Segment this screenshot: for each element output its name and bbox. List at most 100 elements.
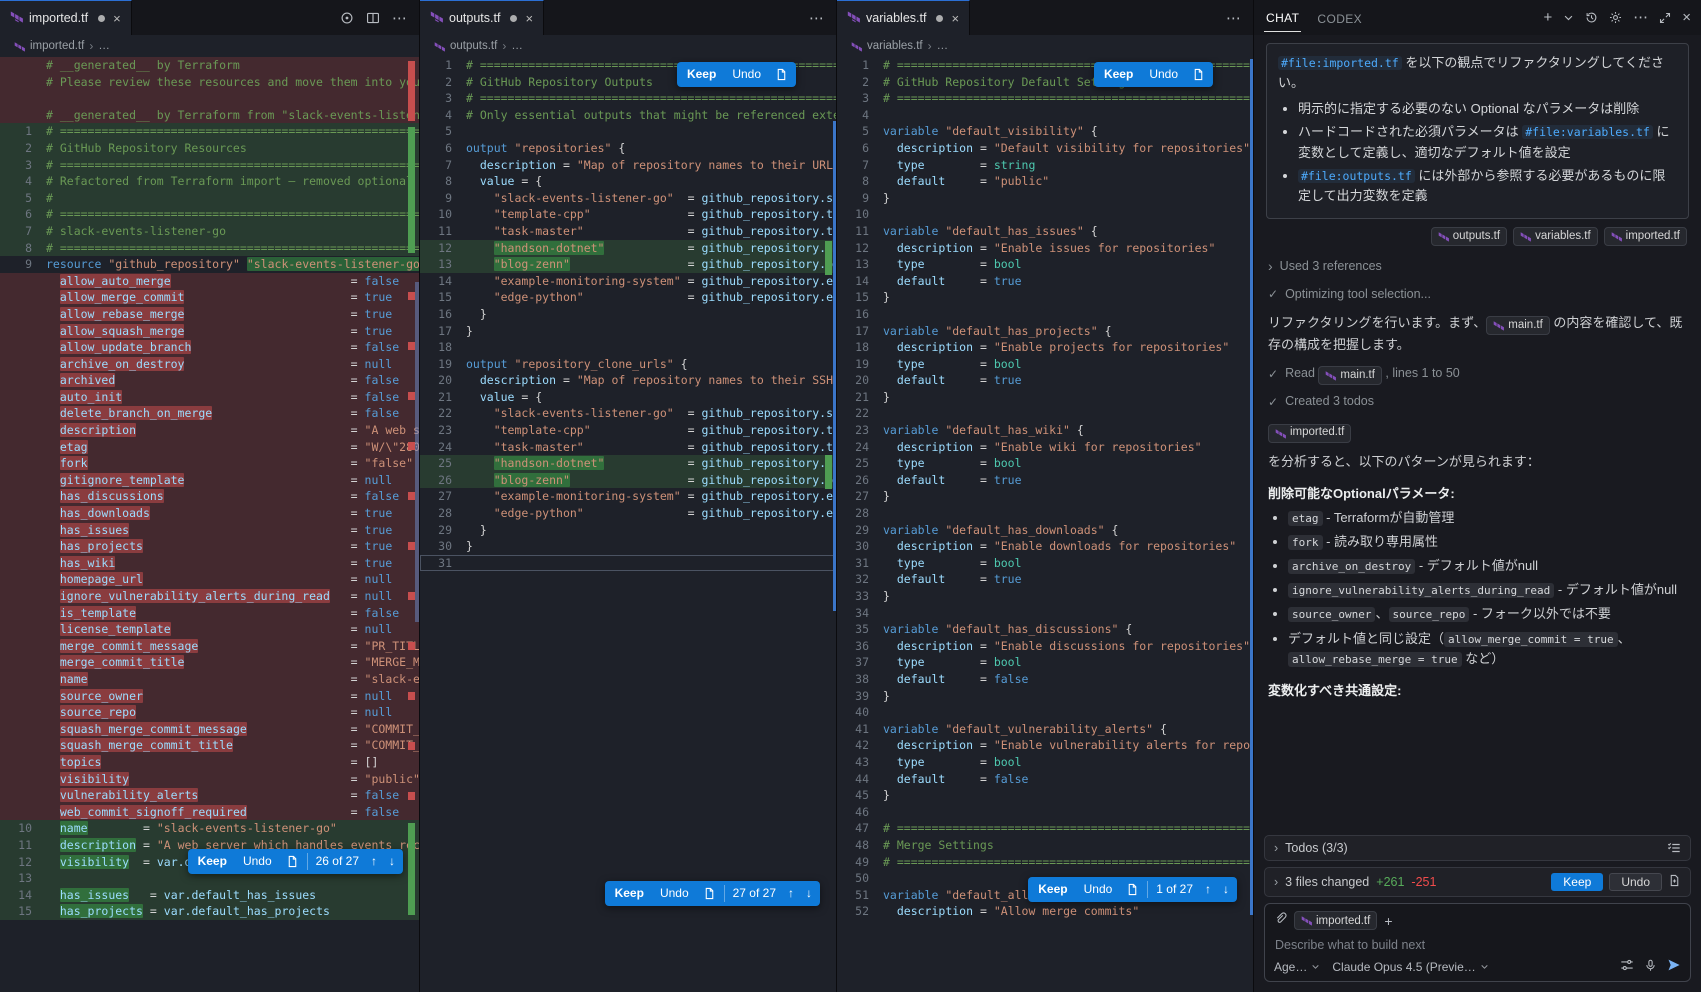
add-context-icon[interactable]: + [1384,913,1392,929]
code-line[interactable]: allow_auto_merge = false [0,273,419,290]
code-line[interactable]: 3# =====================================… [420,90,836,107]
keep-button[interactable]: Keep [607,882,652,905]
code-line[interactable]: 40 [837,704,1253,721]
code-line[interactable]: 25 type = bool [837,455,1253,472]
code-line[interactable]: 31 type = bool [837,555,1253,572]
code-line[interactable]: 49# ====================================… [837,854,1253,871]
chat-input[interactable]: Describe what to build next [1275,938,1680,952]
keep-button[interactable]: Keep [1096,63,1141,86]
code-line[interactable]: 15 "edge-python" = github_repository.edg… [420,289,836,306]
code-line[interactable]: 48# Merge Settings [837,837,1253,854]
code-line[interactable]: 47# ====================================… [837,820,1253,837]
code-editor[interactable]: 1# =====================================… [837,57,1253,992]
code-line[interactable]: description = "A web server whi [0,422,419,439]
code-line[interactable]: 25 "handson-dotnet" = github_repository.… [420,455,836,472]
code-line[interactable]: 44 default = false [837,771,1253,788]
code-line[interactable]: 39} [837,688,1253,705]
keep-button[interactable]: Keep [1030,878,1075,901]
code-line[interactable]: 11 "task-master" = github_repository.tas… [420,223,836,240]
open-diff-icon[interactable] [769,65,794,84]
code-line[interactable]: 19 type = bool [837,356,1253,373]
file-reference-link[interactable]: #file:variables.tf [1522,125,1653,139]
breadcrumb[interactable]: imported.tf › … [0,35,419,57]
send-icon[interactable] [1667,958,1681,975]
code-line[interactable]: 34 [837,605,1253,622]
open-diff-icon[interactable] [280,852,305,871]
code-line[interactable]: has_projects = true [0,538,419,555]
code-line[interactable]: 36 description = "Enable discussions for… [837,638,1253,655]
code-editor[interactable]: 1# =====================================… [420,57,836,992]
code-line[interactable]: archived = false [0,372,419,389]
code-line[interactable]: 4 [837,107,1253,124]
code-line[interactable]: 1# =====================================… [0,123,419,140]
code-line[interactable]: topics = [] [0,754,419,771]
tab-imported-tf[interactable]: imported.tf × [0,0,132,35]
file-chip[interactable]: outputs.tf [1431,227,1507,246]
code-line[interactable]: 12 "handson-dotnet" = github_repository.… [420,240,836,257]
code-line[interactable]: 43 type = bool [837,754,1253,771]
chevron-down-icon[interactable] [1563,12,1574,23]
code-line[interactable]: 5 [420,123,836,140]
mic-icon[interactable] [1644,959,1657,975]
open-diff-icon[interactable] [697,884,722,903]
undo-button[interactable]: Undo [1141,63,1186,86]
context-file-chip[interactable]: imported.tf [1294,911,1377,930]
more-actions-icon[interactable]: ⋯ [809,9,824,27]
next-change-icon[interactable]: ↓ [383,850,401,873]
code-line[interactable]: merge_commit_title = "MERGE_MESSA [0,654,419,671]
code-line[interactable]: 12 description = "Enable issues for repo… [837,240,1253,257]
code-line[interactable]: 10 [837,206,1253,223]
code-line[interactable]: 23variable "default_has_wiki" { [837,422,1253,439]
code-line[interactable]: 3# =====================================… [837,90,1253,107]
code-line[interactable]: license_template = null [0,621,419,638]
open-diff-icon[interactable] [1186,65,1211,84]
code-line[interactable]: 2# GitHub Repository Resources [0,140,419,157]
code-line[interactable]: 37 type = bool [837,654,1253,671]
code-line[interactable]: 14 "example-monitoring-system" = github_… [420,273,836,290]
todo-list-icon[interactable] [1667,841,1681,855]
code-line[interactable]: has_issues = true [0,522,419,539]
code-line[interactable]: is_template = false [0,605,419,622]
code-line[interactable]: gitignore_template = null [0,472,419,489]
keep-button[interactable]: Keep [190,850,235,873]
code-line[interactable]: visibility = "public" [0,771,419,788]
prev-change-icon[interactable]: ↑ [1199,878,1217,901]
settings-gear-icon[interactable] [1609,11,1622,24]
tab-variables-tf[interactable]: variables.tf × [837,0,970,35]
code-line[interactable]: squash_merge_commit_title = "COMMIT_OR_ [0,737,419,754]
code-line[interactable]: 26 "blog-zenn" = github_repository.blog-… [420,472,836,489]
code-line[interactable]: 28 "edge-python" = github_repository.edg… [420,505,836,522]
more-actions-icon[interactable]: ⋯ [1633,10,1648,25]
file-chip[interactable]: main.tf [1486,316,1550,335]
code-line[interactable]: allow_merge_commit = true [0,289,419,306]
tab-codex[interactable]: CODEX [1315,4,1364,32]
code-line[interactable]: 35variable "default_has_discussions" { [837,621,1253,638]
code-line[interactable]: 22 "slack-events-listener-go" = github_r… [420,405,836,422]
code-line[interactable]: 33} [837,588,1253,605]
code-line[interactable]: # __generated__ by Terraform from "slack… [0,107,419,124]
status-row[interactable]: ✓Read main.tf , lines 1 to 50 [1268,364,1687,385]
code-line[interactable]: 6output "repositories" { [420,140,836,157]
scrollbar-thumb[interactable] [415,282,419,622]
code-line[interactable]: 3# =====================================… [0,157,419,174]
code-line[interactable]: 8 value = { [420,173,836,190]
file-chip[interactable]: imported.tf [1268,424,1351,443]
code-line[interactable]: 18 [420,339,836,356]
code-line[interactable]: 22 [837,405,1253,422]
code-line[interactable]: 13 type = bool [837,256,1253,273]
code-line[interactable]: 4# Refactored from Terraform import — re… [0,173,419,190]
code-line[interactable]: 8# =====================================… [0,240,419,257]
overview-ruler[interactable] [406,57,419,992]
tab-chat[interactable]: CHAT [1264,3,1301,32]
code-line[interactable]: 29 } [420,522,836,539]
code-line[interactable]: merge_commit_message = "PR_TITLE" [0,638,419,655]
code-line[interactable]: 6 description = "Default visibility for … [837,140,1253,157]
code-line[interactable]: 45} [837,787,1253,804]
code-line[interactable]: 5# [0,190,419,207]
breadcrumb[interactable]: variables.tf › … [837,35,1253,57]
code-line[interactable]: 23 "template-cpp" = github_repository.te… [420,422,836,439]
code-line[interactable]: 4# Only essential outputs that might be … [420,107,836,124]
code-line[interactable]: source_owner = null [0,688,419,705]
code-line[interactable]: delete_branch_on_merge = false [0,405,419,422]
code-line[interactable]: 9 "slack-events-listener-go" = github_re… [420,190,836,207]
